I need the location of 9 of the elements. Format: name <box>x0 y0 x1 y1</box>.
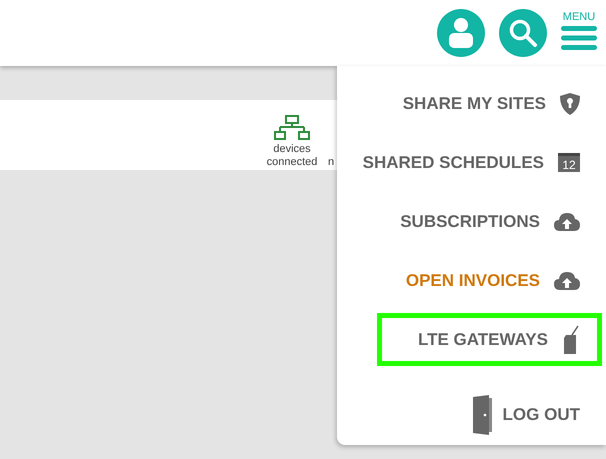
stat-label: n <box>328 156 334 170</box>
menu-item[interactable]: SHARED SCHEDULES 12 <box>347 141 602 184</box>
menu-item[interactable]: SHARE MY SITES <box>347 82 602 126</box>
stat-label: devices connected <box>266 143 318 169</box>
menu-item[interactable]: SUBSCRIPTIONS <box>347 200 602 244</box>
menu-item[interactable]: OPEN INVOICES <box>347 259 602 302</box>
menu-item[interactable]: LOG OUT <box>347 393 602 438</box>
menu-item[interactable]: LTE GATEWAYS <box>377 313 602 366</box>
calendar-icon: 12 <box>558 153 580 172</box>
